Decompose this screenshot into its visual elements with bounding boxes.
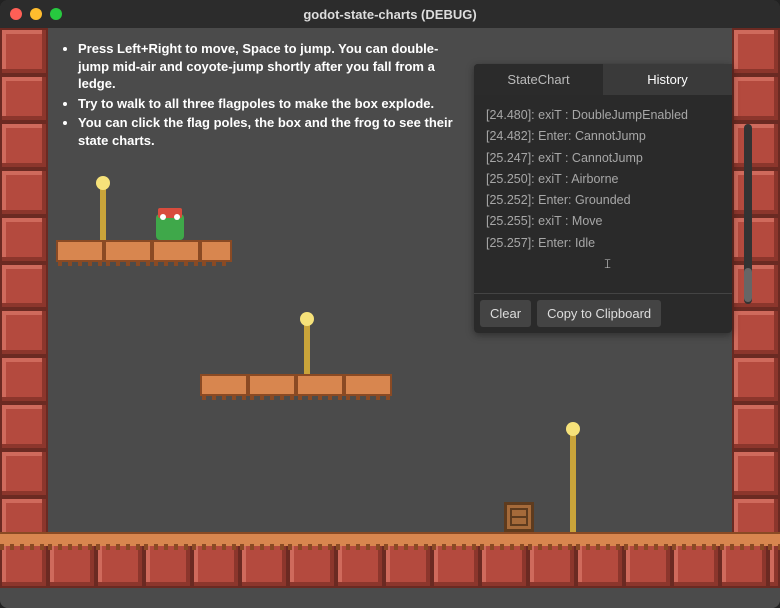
game-viewport[interactable]: Press Left+Right to move, Space to jump.… (0, 28, 780, 608)
platform-middle (200, 374, 392, 396)
log-entry: [24.482]: Enter: CannotJump (486, 126, 720, 147)
minimize-icon[interactable] (30, 8, 42, 20)
platform-upper (56, 240, 232, 262)
close-icon[interactable] (10, 8, 22, 20)
ground (0, 540, 780, 588)
wall-right (732, 28, 780, 544)
wall-left (0, 28, 48, 544)
log-entry: [25.247]: exiT : CannotJump (486, 148, 720, 169)
instruction-line: Try to walk to all three flagpoles to ma… (78, 95, 460, 113)
copy-to-clipboard-button[interactable]: Copy to Clipboard (537, 300, 661, 327)
flagpole-1[interactable] (100, 184, 106, 240)
panel-button-row: Clear Copy to Clipboard (474, 293, 732, 333)
log-entry: [25.255]: exiT : Move (486, 211, 720, 232)
panel-scrollbar[interactable] (744, 124, 752, 304)
app-window: godot-state-charts (DEBUG) Press Left+Ri… (0, 0, 780, 608)
log-entry: [25.250]: exiT : Airborne (486, 169, 720, 190)
instructions-overlay: Press Left+Right to move, Space to jump.… (60, 40, 460, 151)
log-entry: [24.480]: exiT : DoubleJumpEnabled (486, 105, 720, 126)
text-cursor-icon: 𝙸 (603, 253, 612, 275)
zoom-icon[interactable] (50, 8, 62, 20)
window-title: godot-state-charts (DEBUG) (0, 7, 780, 22)
flagpole-3[interactable] (570, 430, 576, 532)
clear-button[interactable]: Clear (480, 300, 531, 327)
titlebar: godot-state-charts (DEBUG) (0, 0, 780, 28)
window-controls (10, 8, 62, 20)
crate-box[interactable] (504, 502, 534, 532)
history-log[interactable]: [24.480]: exiT : DoubleJumpEnabled [24.4… (474, 95, 732, 293)
log-entry: [25.252]: Enter: Grounded (486, 190, 720, 211)
log-entry: [25.257]: Enter: Idle (486, 233, 720, 254)
tab-statechart[interactable]: StateChart (474, 64, 603, 95)
player-frog[interactable] (156, 214, 184, 240)
debug-panel: StateChart History [24.480]: exiT : Doub… (474, 64, 732, 333)
flagpole-2[interactable] (304, 320, 310, 374)
instruction-line: Press Left+Right to move, Space to jump.… (78, 40, 460, 93)
panel-tabs: StateChart History (474, 64, 732, 95)
tab-history[interactable]: History (603, 64, 732, 95)
instruction-line: You can click the flag poles, the box an… (78, 114, 460, 149)
